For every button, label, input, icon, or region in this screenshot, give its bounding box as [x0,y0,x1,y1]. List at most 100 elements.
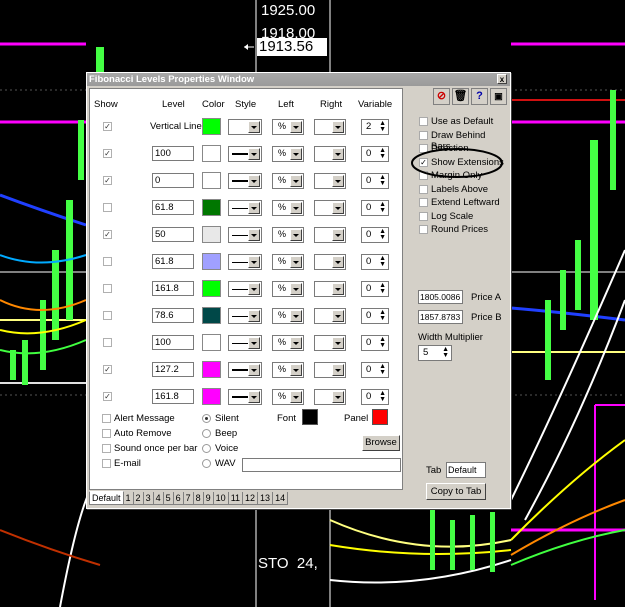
panel-color-swatch[interactable] [372,409,388,425]
chevron-down-icon[interactable] [248,256,260,268]
show-checkbox[interactable]: ✓ [103,365,112,374]
level-input[interactable]: 161.8 [152,281,194,296]
color-swatch[interactable] [202,226,221,243]
option-checkbox[interactable] [419,117,428,126]
style-dropdown[interactable] [228,173,262,189]
chevron-down-icon[interactable] [248,337,260,349]
font-color-swatch[interactable] [302,409,318,425]
color-swatch[interactable] [202,118,221,135]
spinner-arrows-icon[interactable]: ▲ ▼ [379,282,386,295]
style-dropdown[interactable] [228,254,262,270]
chevron-down-icon[interactable] [248,310,260,322]
level-input[interactable]: 127.2 [152,362,194,377]
chevron-down-icon[interactable] [332,148,344,160]
screenshot-icon[interactable]: ▣ [490,88,507,105]
style-dropdown[interactable] [228,119,262,135]
right-dropdown[interactable] [314,281,346,297]
left-dropdown[interactable]: % [272,308,304,324]
variable-spinner[interactable]: 0 ▲ ▼ [361,335,389,351]
show-checkbox[interactable] [103,203,112,212]
chevron-down-icon[interactable] [248,391,260,403]
option-checkbox[interactable] [419,211,428,221]
variable-spinner[interactable]: 2 ▲ ▼ [361,119,389,135]
wav-file-input[interactable] [242,458,401,472]
tab-13[interactable]: 13 [257,492,274,505]
alert-message-checkbox[interactable] [102,414,111,423]
width-multiplier-spinner[interactable]: 5 ▲ ▼ [418,345,452,361]
chevron-down-icon[interactable] [290,391,302,403]
sound-once-checkbox[interactable] [102,444,111,453]
show-checkbox[interactable] [103,311,112,320]
spinner-arrows-icon[interactable]: ▲ ▼ [379,201,386,214]
price-b-input[interactable]: 1857.8783 [418,310,463,324]
chevron-down-icon[interactable] [332,175,344,187]
right-dropdown[interactable] [314,227,346,243]
color-swatch[interactable] [202,280,221,297]
email-checkbox[interactable] [102,459,111,468]
right-dropdown[interactable] [314,200,346,216]
chevron-down-icon[interactable] [332,364,344,376]
style-dropdown[interactable] [228,146,262,162]
style-dropdown[interactable] [228,308,262,324]
level-input[interactable]: 78.6 [152,308,194,323]
left-dropdown[interactable]: % [272,362,304,378]
level-input[interactable]: 61.8 [152,254,194,269]
chevron-down-icon[interactable] [248,364,260,376]
chevron-down-icon[interactable] [290,148,302,160]
voice-radio[interactable] [202,444,211,453]
color-swatch[interactable] [202,361,221,378]
chevron-down-icon[interactable] [248,121,260,133]
silent-radio[interactable] [202,414,211,423]
trash-icon[interactable]: 🗑 [452,88,469,105]
show-checkbox[interactable] [103,284,112,293]
right-dropdown[interactable] [314,308,346,324]
style-dropdown[interactable] [228,227,262,243]
color-swatch[interactable] [202,172,221,189]
show-checkbox[interactable] [103,257,112,266]
chevron-down-icon[interactable] [290,310,302,322]
level-input[interactable]: 100 [152,335,194,350]
left-dropdown[interactable]: % [272,200,304,216]
option-checkbox[interactable] [419,225,428,234]
chevron-down-icon[interactable] [290,364,302,376]
color-swatch[interactable] [202,199,221,216]
chevron-down-icon[interactable] [290,229,302,241]
tab-11[interactable]: 11 [227,492,244,505]
variable-spinner[interactable]: 0 ▲ ▼ [361,308,389,324]
option-checkbox[interactable] [419,130,428,140]
chevron-down-icon[interactable] [290,121,302,133]
right-dropdown[interactable] [314,119,346,135]
left-dropdown[interactable]: % [272,146,304,162]
level-input[interactable]: 0 [152,173,194,188]
style-dropdown[interactable] [228,362,262,378]
variable-spinner[interactable]: 0 ▲ ▼ [361,146,389,162]
color-swatch[interactable] [202,145,221,162]
show-checkbox[interactable] [103,338,112,347]
color-swatch[interactable] [202,334,221,351]
copy-to-tab-button[interactable]: Copy to Tab [426,483,486,500]
spinner-arrows-icon[interactable]: ▲ ▼ [379,336,386,349]
right-dropdown[interactable] [314,146,346,162]
spinner-arrows-icon[interactable]: ▲ ▼ [379,228,386,241]
spinner-arrows-icon[interactable]: ▲ ▼ [379,309,386,322]
style-dropdown[interactable] [228,335,262,351]
option-checkbox[interactable] [419,184,428,194]
tab-default[interactable]: Default [89,491,124,505]
right-dropdown[interactable] [314,389,346,405]
wav-radio[interactable] [202,459,211,468]
chevron-down-icon[interactable] [332,202,344,214]
show-checkbox[interactable]: ✓ [103,392,112,401]
spinner-arrows-icon[interactable]: ▲ ▼ [379,120,386,133]
level-input[interactable]: 100 [152,146,194,161]
spinner-arrows-icon[interactable]: ▲ ▼ [379,363,386,376]
variable-spinner[interactable]: 0 ▲ ▼ [361,227,389,243]
variable-spinner[interactable]: 0 ▲ ▼ [361,389,389,405]
right-dropdown[interactable] [314,254,346,270]
spinner-arrows-icon[interactable]: ▲ ▼ [379,255,386,268]
help-icon[interactable]: ? [471,88,488,105]
left-dropdown[interactable]: % [272,254,304,270]
chevron-down-icon[interactable] [290,256,302,268]
left-dropdown[interactable]: % [272,173,304,189]
style-dropdown[interactable] [228,389,262,405]
chevron-down-icon[interactable] [332,283,344,295]
